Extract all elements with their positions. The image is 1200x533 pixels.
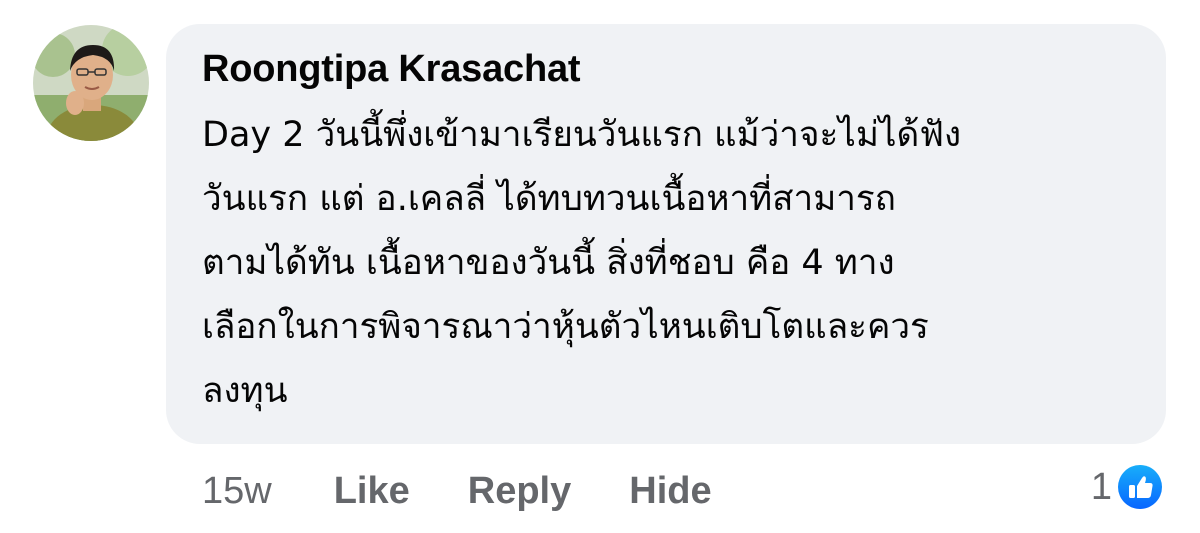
reply-button[interactable]: Reply: [468, 470, 571, 513]
like-reaction-badge: [1116, 463, 1164, 511]
user-avatar-photo: [33, 25, 149, 141]
comment-timestamp[interactable]: 15w: [202, 470, 272, 513]
comment-line: เลือกในการพิจารณาว่าหุ้นตัวไหนเติบโตและค…: [202, 307, 929, 347]
avatar[interactable]: [33, 25, 149, 141]
thumbs-up-icon: [1118, 465, 1162, 509]
like-button[interactable]: Like: [334, 470, 410, 513]
reaction-count: 1: [1090, 465, 1112, 508]
reaction-summary[interactable]: 1: [1091, 461, 1164, 513]
comment-actions: 15w Like Reply Hide: [202, 466, 712, 516]
comment-line: Day 2 วันนี้พึ่งเข้ามาเรียนวันแรก แม้ว่า…: [202, 115, 962, 155]
comment-line: วันแรก แต่ อ.เคลลี่ ได้ทบทวนเนื้อหาที่สา…: [202, 179, 896, 219]
comment-text: Day 2 วันนี้พึ่งเข้ามาเรียนวันแรก แม้ว่า…: [202, 103, 1136, 423]
comment-line: ตามได้ทัน เนื้อหาของวันนี้ สิ่งที่ชอบ คื…: [202, 243, 895, 283]
hide-button[interactable]: Hide: [629, 470, 711, 513]
comment-bubble: Roongtipa Krasachat Day 2 วันนี้พึ่งเข้า…: [166, 24, 1166, 444]
comment-author-name[interactable]: Roongtipa Krasachat: [202, 46, 581, 92]
comment-line: ลงทุน: [202, 371, 288, 411]
